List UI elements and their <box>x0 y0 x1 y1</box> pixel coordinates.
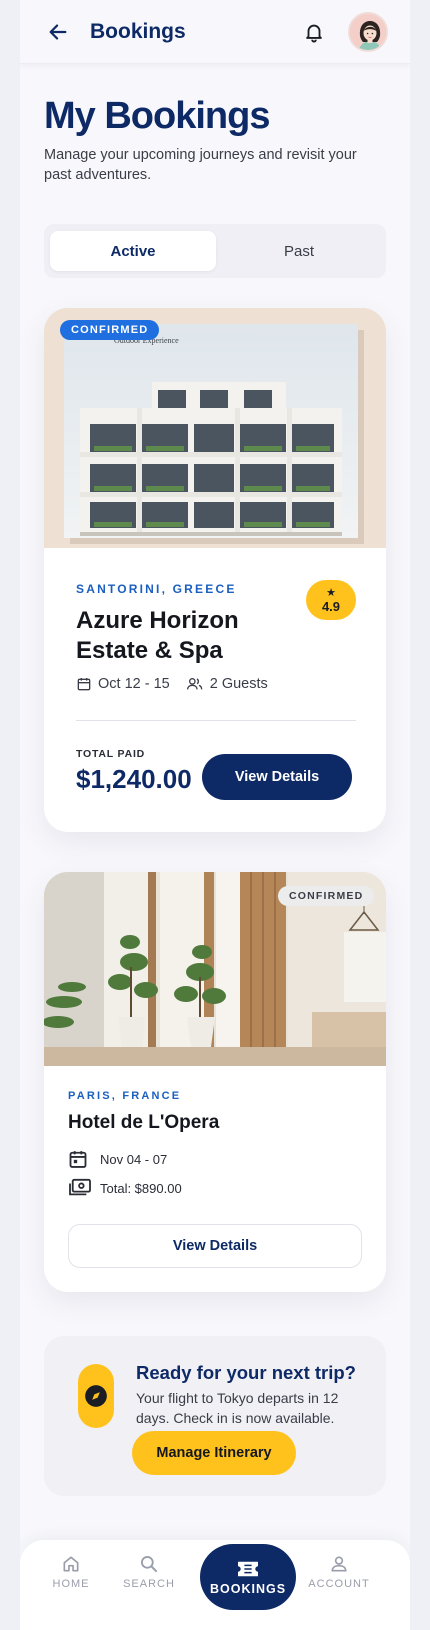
building-illustration <box>44 308 386 548</box>
compass-icon <box>78 1364 114 1428</box>
nav-label: HOME <box>52 1578 90 1590</box>
booking-dates: Oct 12 - 15 <box>98 676 170 692</box>
rating-badge: ★ 4.9 <box>306 580 356 620</box>
promo-text: Your flight to Tokyo departs in 12 days.… <box>136 1390 339 1426</box>
booking-location: SANTORINI, GREECE <box>76 582 237 596</box>
nav-label: SEARCH <box>123 1578 175 1590</box>
nav-label: BOOKINGS <box>209 1581 287 1596</box>
booking-card[interactable]: CONFIRMED PARIS, FRANCE Hotel de L'Opera… <box>44 872 386 1292</box>
calendar-icon <box>68 1148 94 1170</box>
booking-total: Total: $890.00 <box>100 1180 182 1196</box>
status-badge: CONFIRMED <box>278 886 375 906</box>
header-title: Bookings <box>90 20 186 43</box>
hotel-photo: Luxury Resort Outdoor Experience CONFIRM… <box>44 308 386 548</box>
page-subtitle: Manage your upcoming journeys and revisi… <box>44 147 357 183</box>
next-trip-banner: Ready for your next trip? Your flight to… <box>44 1336 386 1496</box>
payments-icon <box>68 1178 94 1198</box>
ticket-icon <box>238 1561 258 1576</box>
divider <box>76 720 356 721</box>
nav-home[interactable]: HOME <box>36 1554 106 1590</box>
guests-icon <box>186 676 204 692</box>
hotel-name: Hotel de L'Opera <box>68 1112 220 1133</box>
notifications-button[interactable] <box>300 18 328 46</box>
total-label: TOTAL PAID <box>76 748 146 760</box>
booking-dates-row: Nov 04 - 07 <box>68 1148 167 1170</box>
booking-total-row: Total: $890.00 <box>68 1178 182 1198</box>
calendar-icon <box>76 676 92 692</box>
booking-tabs: Active Past <box>44 224 386 278</box>
manage-itinerary-button[interactable]: Manage Itinerary <box>132 1431 296 1475</box>
star-icon: ★ <box>326 586 336 599</box>
bell-icon <box>306 24 322 43</box>
search-icon <box>141 1556 158 1573</box>
back-button[interactable] <box>44 18 72 46</box>
home-icon <box>63 1556 79 1572</box>
rating-value: 4.9 <box>321 598 341 614</box>
booking-location: PARIS, FRANCE <box>68 1090 182 1102</box>
view-details-button[interactable]: View Details <box>202 754 352 800</box>
nav-label: ACCOUNT <box>308 1578 370 1590</box>
total-paid: $1,240.00 <box>76 764 192 794</box>
booking-meta: Oct 12 - 15 2 Guests <box>76 676 268 692</box>
booking-dates: Nov 04 - 07 <box>100 1151 168 1167</box>
user-avatar-illustration <box>350 14 386 50</box>
top-app-bar: Bookings <box>20 0 410 64</box>
nav-bookings[interactable]: BOOKINGS <box>200 1544 296 1610</box>
nav-search[interactable]: SEARCH <box>114 1554 184 1590</box>
status-badge: CONFIRMED <box>60 320 160 340</box>
view-details-button[interactable]: View Details <box>68 1224 362 1268</box>
booking-card[interactable]: Luxury Resort Outdoor Experience CONFIRM… <box>44 308 386 832</box>
avatar[interactable] <box>348 12 388 52</box>
app-screen: Bookings My Bookings Manage your upcomin… <box>20 0 410 1630</box>
hotel-name: Azure Horizon Estate & Spa <box>76 607 239 664</box>
hotel-photo: CONFIRMED <box>44 872 386 1066</box>
promo-title: Ready for your next trip? <box>136 1362 356 1383</box>
tab-active[interactable]: Active <box>50 231 216 271</box>
bottom-navigation: HOME SEARCH BOOKINGS ACCOUNT <box>20 1540 410 1630</box>
nav-account[interactable]: ACCOUNT <box>304 1554 374 1590</box>
user-icon <box>331 1556 347 1572</box>
page-title: My Bookings <box>44 95 270 137</box>
tab-past[interactable]: Past <box>216 231 382 271</box>
arrow-left-icon <box>49 24 67 40</box>
booking-guests: 2 Guests <box>209 676 268 692</box>
